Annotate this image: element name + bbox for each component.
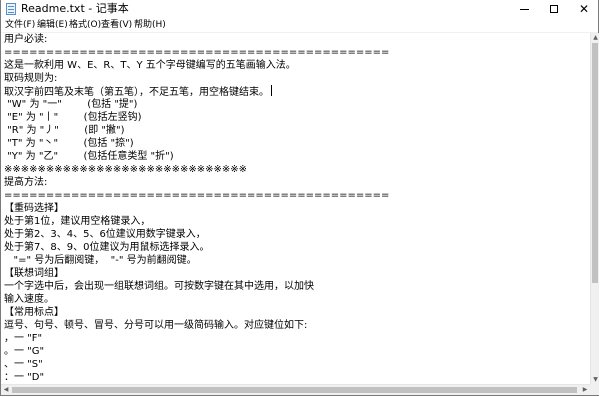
text-line: 取汉字前四笔及末笔（第五笔），不足五笔，用空格键结束。 bbox=[4, 87, 269, 98]
notepad-icon bbox=[6, 3, 16, 15]
text-line: ========================================… bbox=[4, 190, 390, 201]
text-line: 输入速度。 bbox=[4, 294, 54, 305]
menu-view[interactable]: 查看(V) bbox=[101, 18, 132, 32]
scroll-up-arrow-icon[interactable]: ▲ bbox=[591, 33, 600, 42]
text-line: ※※※※※※※※※※※※※※※※※※※※※※※※※※※※※ bbox=[4, 164, 247, 175]
menu-edit[interactable]: 编辑(E) bbox=[37, 18, 68, 32]
close-button[interactable]: ✕ bbox=[569, 0, 599, 18]
close-icon: ✕ bbox=[578, 2, 590, 16]
horizontal-scroll-thumb[interactable] bbox=[12, 387, 577, 393]
horizontal-scrollbar[interactable]: ◀ ▶ bbox=[1, 384, 590, 395]
text-line: 提高方法: bbox=[4, 177, 48, 188]
scroll-right-arrow-icon[interactable]: ▶ bbox=[580, 385, 590, 395]
text-caret bbox=[271, 85, 272, 96]
text-line: 【重码选择】 bbox=[4, 203, 64, 214]
text-line: "Y" 为 "乙" (包括任意类型 "折") bbox=[4, 151, 174, 162]
scroll-left-arrow-icon[interactable]: ◀ bbox=[1, 385, 11, 395]
text-line: 用户必读: bbox=[4, 34, 48, 45]
title-bar[interactable]: Readme.txt - 记事本 ✕ bbox=[1, 0, 598, 18]
text-line: ：一 "D" bbox=[4, 372, 45, 383]
text-line: 处于第1位，建议用空格键录入， bbox=[4, 216, 151, 227]
text-line: 取码规则为: bbox=[4, 73, 58, 84]
vertical-scroll-thumb[interactable] bbox=[592, 43, 598, 283]
menu-format[interactable]: 格式(O) bbox=[69, 18, 101, 32]
text-line: "=" 号为后翻阅键， "-" 号为前翻阅键。 bbox=[4, 255, 197, 266]
text-line: 。一 "G" bbox=[4, 346, 45, 357]
window-title: Readme.txt - 记事本 bbox=[21, 2, 129, 15]
text-line: 【常用标点】 bbox=[4, 307, 64, 318]
menu-bar: 文件(F) 编辑(E) 格式(O) 查看(V) 帮助(H) bbox=[1, 18, 598, 33]
maximize-icon bbox=[550, 5, 558, 13]
text-line: 处于第7、8、9、0位建议为用鼠标选择录入。 bbox=[4, 242, 210, 253]
notepad-window: Readme.txt - 记事本 ✕ 文件(F) 编辑(E) 格式(O) 查看(… bbox=[0, 0, 599, 396]
text-line: "E" 为 "丨" (包括左竖钩) bbox=[4, 112, 142, 123]
text-editor[interactable]: 用户必读: ==================================… bbox=[1, 33, 590, 384]
scrollbar-corner bbox=[590, 384, 599, 395]
maximize-button[interactable] bbox=[539, 0, 569, 18]
text-line: 处于第2、3、4、5、6位建议用数字键录入， bbox=[4, 229, 206, 240]
text-line: "W" 为 "一" (包括 "提") bbox=[4, 99, 138, 110]
minimize-icon bbox=[519, 8, 529, 10]
scroll-down-arrow-icon[interactable]: ▼ bbox=[591, 375, 600, 384]
minimize-button[interactable] bbox=[509, 0, 539, 18]
text-line: ========================================… bbox=[4, 47, 390, 58]
text-line: ，一 "F" bbox=[4, 333, 43, 344]
text-line: 逗号、句号、顿号、冒号、分号可以用一级简码输入。对应键位如下: bbox=[4, 320, 308, 331]
text-line-with-caret: 取汉字前四笔及末笔（第五笔），不足五笔，用空格键结束。 bbox=[4, 85, 272, 98]
menu-help[interactable]: 帮助(H) bbox=[134, 18, 166, 32]
vertical-scrollbar[interactable]: ▲ ▼ bbox=[590, 33, 599, 384]
text-line: "R" 为 "丿" (即 "撇") bbox=[4, 125, 125, 136]
text-line: 一个字选中后，会出现一组联想词组。可按数字键在其中选用，以加快 bbox=[4, 281, 314, 292]
menu-file[interactable]: 文件(F) bbox=[5, 18, 35, 32]
text-line: "T" 为 "丶" (包括 "捺") bbox=[4, 138, 134, 149]
text-line: 、一 "S" bbox=[4, 359, 43, 370]
text-line: 【联想词组】 bbox=[4, 268, 64, 279]
text-line: 这是一款利用 W、E、R、T、Y 五个字母键编写的五笔画输入法。 bbox=[4, 60, 296, 71]
